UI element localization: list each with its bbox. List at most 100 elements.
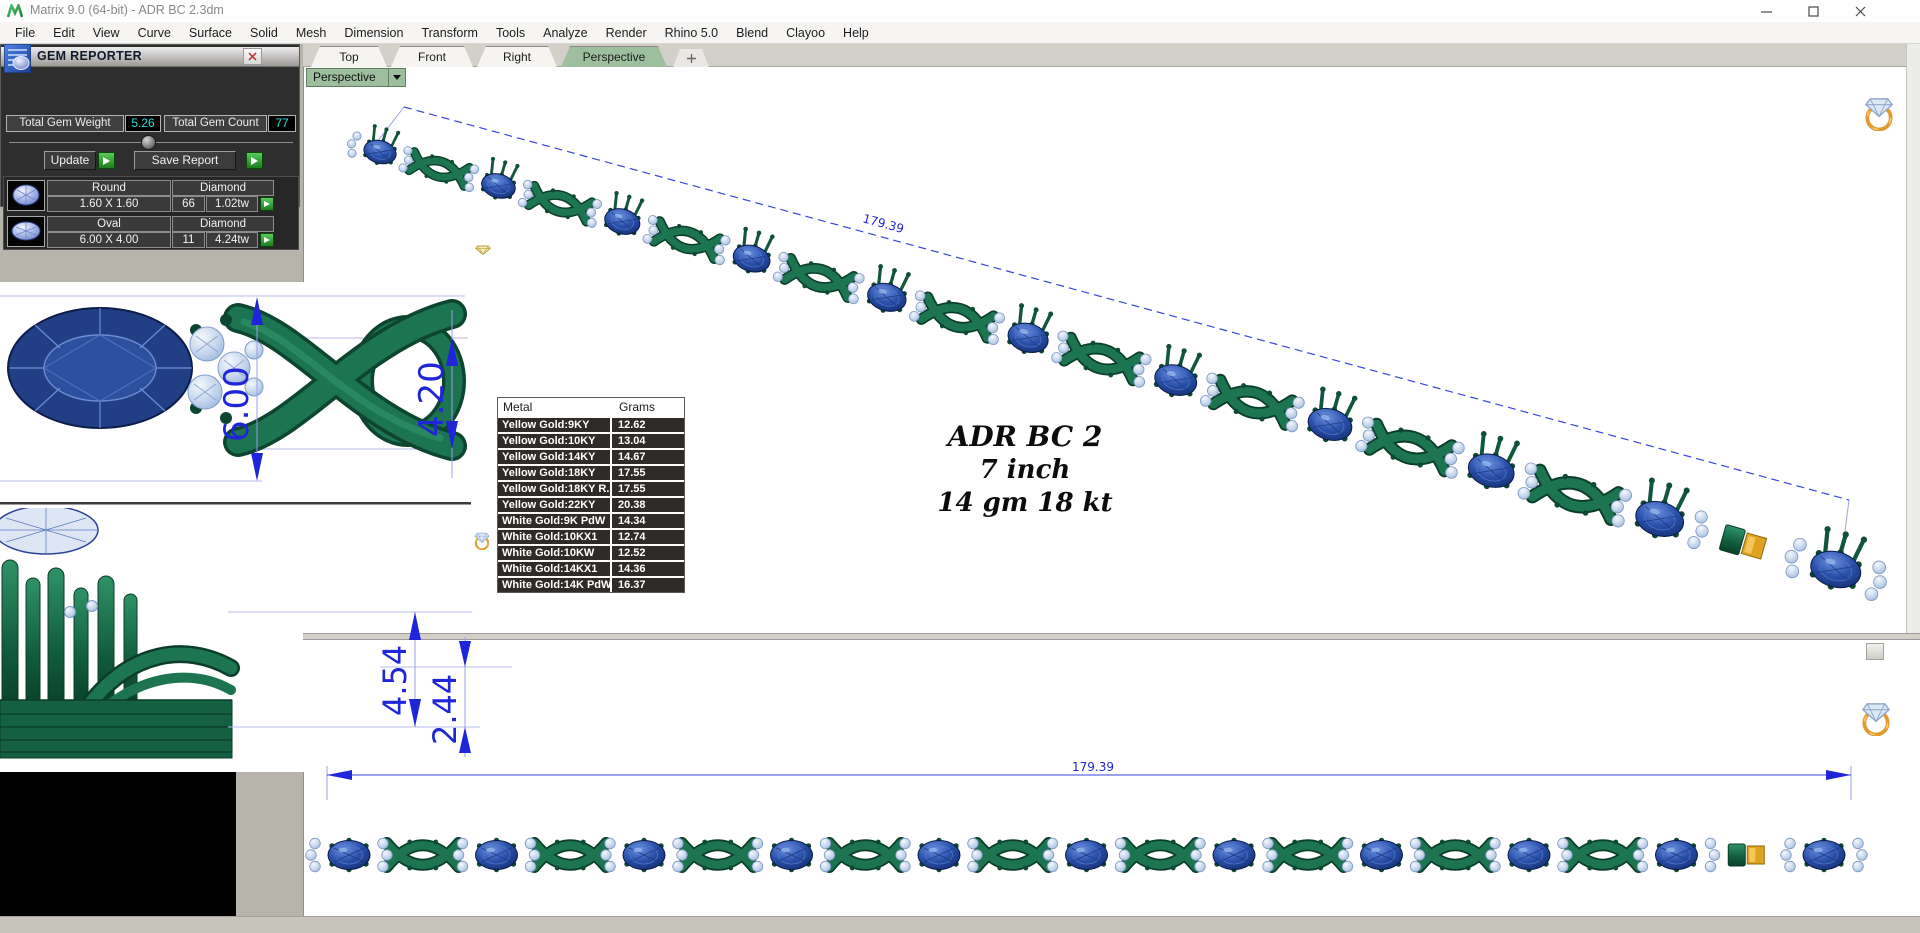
metal-row: White Gold:10KX112.74 xyxy=(498,530,684,544)
viewport-tabs: Top Front Right Perspective xyxy=(303,44,1920,67)
gem-row-run-button[interactable] xyxy=(260,233,274,247)
tab-right[interactable]: Right xyxy=(477,46,557,67)
minimize-icon xyxy=(1761,6,1772,17)
metal-name-cell: Yellow Gold:18KY R... xyxy=(498,483,610,495)
gem-weight-cell[interactable]: 1.02tw xyxy=(206,196,258,212)
total-gem-weight-value: 5.26 xyxy=(125,115,161,132)
dimension-label-gem-height: 6.00 xyxy=(217,366,257,442)
menu-item-dimension[interactable]: Dimension xyxy=(335,24,412,42)
menu-item-blend[interactable]: Blend xyxy=(727,24,777,42)
menu-item-solid[interactable]: Solid xyxy=(241,24,287,42)
menu-item-surface[interactable]: Surface xyxy=(180,24,241,42)
tab-front[interactable]: Front xyxy=(391,46,473,67)
metal-name-cell: White Gold:10KX1 xyxy=(498,531,610,543)
gem-icon xyxy=(476,246,490,254)
menu-item-transform[interactable]: Transform xyxy=(412,24,487,42)
gem-outline-render xyxy=(0,508,98,554)
update-run-button[interactable] xyxy=(98,152,115,169)
app-icon xyxy=(7,4,23,18)
metal-name-cell: Yellow Gold:22KY xyxy=(498,499,610,511)
gem-type-cell[interactable]: Diamond xyxy=(172,216,274,232)
metal-row: White Gold:9K PdW14.34 xyxy=(498,514,684,528)
grams-value-cell: 20.38 xyxy=(610,498,684,512)
menu-item-clayoo[interactable]: Clayoo xyxy=(777,24,834,42)
ring-icon xyxy=(1866,99,1892,130)
metal-row: Yellow Gold:10KY13.04 xyxy=(498,434,684,448)
menu-item-help[interactable]: Help xyxy=(834,24,878,42)
metal-name-cell: White Gold:10KW xyxy=(498,547,610,559)
gem-shape-cell[interactable]: Oval xyxy=(47,216,171,232)
menu-item-curve[interactable]: Curve xyxy=(129,24,180,42)
menu-item-file[interactable]: File xyxy=(6,24,44,42)
grams-value-cell: 12.52 xyxy=(610,546,684,560)
annotation-line-1: ADR BC 2 xyxy=(905,420,1145,454)
bottom-viewport[interactable]: 179.39 xyxy=(303,640,1920,916)
menu-item-edit[interactable]: Edit xyxy=(44,24,84,42)
bottom-left-viewport[interactable] xyxy=(0,772,236,916)
metal-name-cell: White Gold:14K PdW xyxy=(498,579,610,591)
metal-name-cell: Yellow Gold:10KY xyxy=(498,435,610,447)
dimension-label-length: 179.39 xyxy=(861,211,905,236)
tab-perspective[interactable]: Perspective xyxy=(561,46,667,67)
gem-reporter-icon[interactable] xyxy=(4,44,31,73)
annotation-line-3: 14 gm 18 kt xyxy=(905,487,1145,519)
metal-name-cell: Yellow Gold:18KY xyxy=(498,467,610,479)
dimension-label-link-width: 4.20 xyxy=(412,361,452,437)
gem-count-cell[interactable]: 11 xyxy=(172,232,205,248)
gem-reporter-title: GEM REPORTER xyxy=(37,49,142,63)
menu-item-tools[interactable]: Tools xyxy=(487,24,534,42)
gem-reporter-close-button[interactable] xyxy=(243,48,262,65)
dimension-length-bottom: 179.39 xyxy=(327,760,1851,800)
grams-value-cell: 12.74 xyxy=(610,530,684,544)
play-icon xyxy=(264,237,270,243)
gem-weight-cell[interactable]: 4.24tw xyxy=(206,232,258,248)
viewport-splitter[interactable] xyxy=(303,633,1920,640)
minimize-button[interactable] xyxy=(1744,0,1788,22)
metal-name-cell: Yellow Gold:14KY xyxy=(498,451,610,463)
panel-slider-thumb[interactable] xyxy=(141,135,156,150)
grams-value-cell: 17.55 xyxy=(610,482,684,496)
gem-size-cell[interactable]: 6.00 X 4.00 xyxy=(47,232,171,248)
close-button[interactable] xyxy=(1838,0,1882,22)
menu-item-view[interactable]: View xyxy=(84,24,129,42)
add-viewport-tab[interactable] xyxy=(673,49,709,67)
maximize-button[interactable] xyxy=(1791,0,1835,22)
save-report-run-button[interactable] xyxy=(246,152,263,169)
grams-value-cell: 13.04 xyxy=(610,434,684,448)
oval-gem-render xyxy=(8,308,192,428)
metal-name-cell: Yellow Gold:9KY xyxy=(498,419,610,431)
menu-item-rhino[interactable]: Rhino 5.0 xyxy=(656,24,728,42)
update-button[interactable]: Update xyxy=(44,151,96,170)
metal-row: Yellow Gold:22KY20.38 xyxy=(498,498,684,512)
gem-shape-cell[interactable]: Round xyxy=(47,180,171,196)
metal-row: White Gold:14K PdW16.37 xyxy=(498,578,684,592)
play-icon xyxy=(264,201,270,207)
metal-row: Yellow Gold:14KY14.67 xyxy=(498,450,684,464)
ring-icon xyxy=(1863,704,1889,735)
menu-item-render[interactable]: Render xyxy=(597,24,656,42)
tab-top[interactable]: Top xyxy=(311,46,387,67)
grams-header-cell: Grams xyxy=(612,400,684,414)
total-gem-weight-label: Total Gem Weight xyxy=(6,115,124,132)
total-gem-count-label: Total Gem Count xyxy=(164,115,267,132)
menu-item-analyze[interactable]: Analyze xyxy=(534,24,596,42)
grams-value-cell: 14.67 xyxy=(610,450,684,464)
close-icon xyxy=(1855,6,1866,17)
window-title: Matrix 9.0 (64-bit) - ADR BC 2.3dm xyxy=(30,3,224,17)
grams-value-cell: 14.36 xyxy=(610,562,684,576)
grams-value-cell: 17.55 xyxy=(610,466,684,480)
gem-type-cell[interactable]: Diamond xyxy=(172,180,274,196)
save-report-button[interactable]: Save Report xyxy=(134,151,236,170)
metal-row: Yellow Gold:9KY12.62 xyxy=(498,418,684,432)
gem-count-cell[interactable]: 66 xyxy=(172,196,205,212)
menubar: File Edit View Curve Surface Solid Mesh … xyxy=(0,22,1920,44)
gem-size-cell[interactable]: 1.60 X 1.60 xyxy=(47,196,171,212)
plus-icon xyxy=(687,54,696,63)
close-icon xyxy=(248,52,257,61)
gem-row-run-button[interactable] xyxy=(260,197,274,211)
menu-item-mesh[interactable]: Mesh xyxy=(287,24,336,42)
maximize-icon xyxy=(1808,6,1819,17)
gem-reporter-titlebar[interactable]: GEM REPORTER xyxy=(1,47,299,67)
top-viewport[interactable]: 6.00 4.20 xyxy=(0,282,480,502)
metal-header-cell: Metal xyxy=(498,400,612,414)
